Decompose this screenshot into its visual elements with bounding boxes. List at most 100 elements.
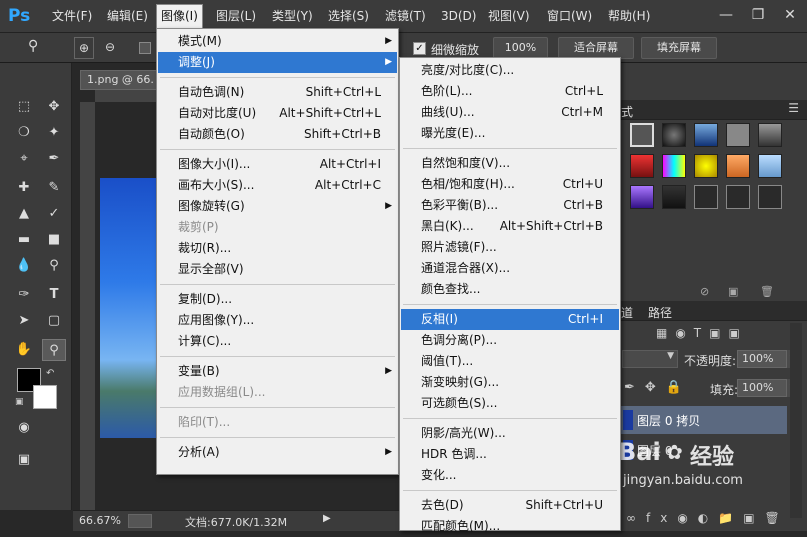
panel-menu-icon[interactable]: ☰ xyxy=(788,101,799,115)
menu-item[interactable]: 应用图像(Y)... xyxy=(158,310,397,331)
layer-filter-icons[interactable]: ▦◉T▣▣ xyxy=(656,326,748,340)
style-swatch[interactable] xyxy=(694,185,718,209)
blend-mode-select[interactable]: ▼ xyxy=(622,350,678,368)
new-style-icon[interactable]: ▣ xyxy=(728,285,738,298)
quick-mask-icon[interactable]: ◉ xyxy=(12,417,36,439)
menu-item[interactable]: 变化... xyxy=(401,465,619,486)
zoom-tool-icon[interactable]: ⚲ xyxy=(28,38,38,54)
clone-stamp-icon[interactable]: ▲ xyxy=(12,203,36,225)
opacity-input[interactable]: 100% xyxy=(737,350,787,368)
styles-tab[interactable]: 式 xyxy=(621,103,633,120)
status-arrow-icon[interactable]: ▶ xyxy=(323,513,331,524)
hand-tool-icon[interactable]: ✋ xyxy=(12,339,36,361)
menu-item[interactable]: 亮度/对比度(C)... xyxy=(401,60,619,81)
default-colors-icon[interactable]: ▣ xyxy=(15,397,24,407)
menu-view[interactable]: 视图(V) xyxy=(484,0,534,33)
zoom-tool-icon[interactable]: ⚲ xyxy=(42,339,66,361)
zoom-level[interactable]: 66.67% xyxy=(79,514,121,527)
restore-icon[interactable]: ❐ xyxy=(744,2,772,28)
style-swatch[interactable] xyxy=(758,154,782,178)
move-tool-icon[interactable]: ✥ xyxy=(42,96,66,118)
style-swatch[interactable] xyxy=(758,123,782,147)
style-swatch[interactable] xyxy=(726,154,750,178)
eyedropper-icon[interactable]: ✒ xyxy=(42,148,66,170)
fill-screen-button[interactable]: 填充屏幕 xyxy=(641,37,717,59)
style-swatch[interactable] xyxy=(662,123,686,147)
menu-item[interactable]: 调整(J) ▶ xyxy=(158,52,397,73)
crop-tool-icon[interactable]: ⌖ xyxy=(12,148,36,170)
background-color-swatch[interactable] xyxy=(33,385,57,409)
rectangle-tool-icon[interactable]: ▢ xyxy=(42,310,66,332)
minimize-icon[interactable]: — xyxy=(712,2,740,28)
menu-item[interactable]: 渐变映射(G)... xyxy=(401,372,619,393)
blur-tool-icon[interactable]: 💧 xyxy=(12,255,36,277)
menu-item[interactable]: 匹配颜色(M)... xyxy=(401,516,619,537)
menu-item[interactable]: 色阶(L)... Ctrl+L xyxy=(401,81,619,102)
menu-item[interactable]: 自动颜色(O) Shift+Ctrl+B xyxy=(158,124,397,145)
style-swatch[interactable] xyxy=(694,123,718,147)
fit-screen-button[interactable]: 适合屏幕 xyxy=(558,37,634,59)
style-swatch[interactable] xyxy=(758,185,782,209)
menu-item[interactable]: 画布大小(S)... Alt+Ctrl+C xyxy=(158,175,397,196)
menu-item[interactable]: 阴影/高光(W)... xyxy=(401,423,619,444)
style-swatch[interactable] xyxy=(630,154,654,178)
menu-item[interactable]: 复制(D)... xyxy=(158,289,397,310)
swap-colors-icon[interactable]: ↶ xyxy=(46,368,54,379)
menu-item[interactable]: 颜色查找... xyxy=(401,279,619,300)
menu-file[interactable]: 文件(F) xyxy=(48,0,96,33)
lock-icons[interactable]: ✒✥🔒 xyxy=(624,380,692,395)
menu-item[interactable]: 色彩平衡(B)... Ctrl+B xyxy=(401,195,619,216)
menu-item[interactable]: 曝光度(E)... xyxy=(401,123,619,144)
zoom-100-button[interactable]: 100% xyxy=(493,37,548,59)
menu-item[interactable]: 通道混合器(X)... xyxy=(401,258,619,279)
channels-tab[interactable]: 道 xyxy=(621,304,633,321)
menu-item[interactable]: 去色(D) Shift+Ctrl+U xyxy=(401,495,619,516)
eraser-icon[interactable]: ▬ xyxy=(12,229,36,251)
image-canvas[interactable] xyxy=(100,178,160,438)
healing-brush-icon[interactable]: ✚ xyxy=(12,177,36,199)
menu-item[interactable]: 阈值(T)... xyxy=(401,351,619,372)
history-brush-icon[interactable]: ✓ xyxy=(42,203,66,225)
screen-mode-icon[interactable]: ▣ xyxy=(12,449,36,471)
fill-input[interactable]: 100% xyxy=(737,379,787,397)
menu-item[interactable]: 自动对比度(U) Alt+Shift+Ctrl+L xyxy=(158,103,397,124)
status-menu-icon[interactable] xyxy=(128,514,152,528)
fine-zoom-checkbox[interactable]: ✓ xyxy=(413,42,426,55)
style-swatch[interactable] xyxy=(662,185,686,209)
resize-windows-checkbox[interactable] xyxy=(139,42,151,54)
menu-item[interactable]: 可选颜色(S)... xyxy=(401,393,619,414)
gradient-tool-icon[interactable]: ■ xyxy=(42,229,66,251)
layer-actions-icons[interactable]: ∞fx◉◐📁▣🗑 xyxy=(626,511,790,525)
menu-item[interactable]: HDR 色调... xyxy=(401,444,619,465)
menu-item[interactable]: 自然饱和度(V)... xyxy=(401,153,619,174)
lasso-tool-icon[interactable]: ❍ xyxy=(12,122,36,144)
menu-item[interactable]: 图像大小(I)... Alt+Ctrl+I xyxy=(158,154,397,175)
style-swatch[interactable] xyxy=(694,154,718,178)
menu-item[interactable]: 计算(C)... xyxy=(158,331,397,352)
style-swatch[interactable] xyxy=(630,185,654,209)
menu-item[interactable]: 照片滤镜(F)... xyxy=(401,237,619,258)
pen-tool-icon[interactable]: ✑ xyxy=(12,284,36,306)
menu-item[interactable]: 自动色调(N) Shift+Ctrl+L xyxy=(158,82,397,103)
brush-tool-icon[interactable]: ✎ xyxy=(42,177,66,199)
menu-item[interactable]: 黑白(K)... Alt+Shift+Ctrl+B xyxy=(401,216,619,237)
type-tool-icon[interactable]: T xyxy=(42,284,66,306)
menu-help[interactable]: 帮助(H) xyxy=(604,0,654,33)
menu-item[interactable]: 分析(A) ▶ xyxy=(158,442,397,463)
menu-item[interactable]: 变量(B) ▶ xyxy=(158,361,397,382)
menu-item[interactable]: 模式(M) ▶ xyxy=(158,31,397,52)
no-style-icon[interactable]: ⊘ xyxy=(700,285,709,298)
close-icon[interactable]: ✕ xyxy=(776,2,804,28)
layers-scrollbar[interactable] xyxy=(790,323,802,518)
menu-item[interactable]: 图像旋转(G) ▶ xyxy=(158,196,397,217)
delete-style-icon[interactable]: 🗑 xyxy=(760,285,774,298)
menu-item[interactable]: 反相(I) Ctrl+I xyxy=(401,309,619,330)
menu-item[interactable]: 显示全部(V) xyxy=(158,259,397,280)
style-swatch[interactable] xyxy=(630,123,654,147)
layer-name[interactable]: 图层 0 拷贝 xyxy=(637,412,700,429)
menu-image[interactable]: 图像(I) xyxy=(156,4,203,29)
magic-wand-icon[interactable]: ✦ xyxy=(42,122,66,144)
zoom-out-icon[interactable]: ⊖ xyxy=(100,37,120,59)
style-swatch[interactable] xyxy=(726,185,750,209)
paths-tab[interactable]: 路径 xyxy=(648,304,672,321)
